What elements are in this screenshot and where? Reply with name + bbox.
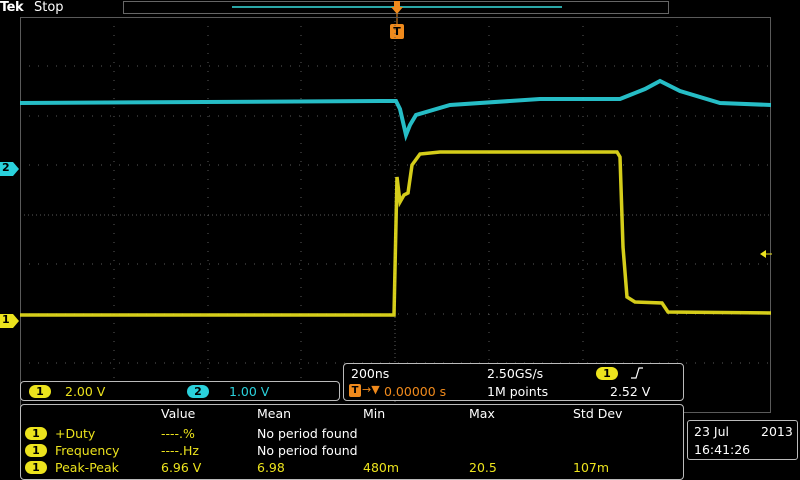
sample-rate: 2.50GS/s	[487, 366, 544, 381]
ch1-badge: 1	[29, 385, 51, 398]
header-std-dev: Std Dev	[573, 406, 623, 421]
trigger-source-badge: 1	[596, 367, 618, 380]
header-mean: Mean	[257, 406, 292, 421]
row-source-badge: 1	[25, 461, 47, 474]
trigger-level-icon[interactable]	[760, 249, 772, 259]
row-source-badge: 1	[25, 427, 47, 440]
brand-logo: Tek	[0, 0, 24, 15]
ch2-scale[interactable]: 1.00 V	[229, 384, 269, 399]
rising-edge-icon	[631, 367, 643, 379]
measurement-row-frequency[interactable]: 1 Frequency ----.Hz No period found	[21, 442, 685, 459]
row-value: ----.Hz	[161, 443, 199, 458]
clock-time: 16:41:26	[694, 442, 751, 457]
ch2-badge: 2	[187, 385, 209, 398]
ch2-ground-marker[interactable]: 2	[0, 161, 20, 180]
waveform-display[interactable]	[20, 17, 771, 413]
row-mean: No period found	[257, 426, 358, 441]
ch1-waveform	[20, 150, 771, 317]
ch1-marker-label: 1	[2, 313, 10, 326]
trigger-icon: T	[349, 384, 361, 397]
measurements-panel[interactable]: Value Mean Min Max Std Dev 1 +Duty ----.…	[20, 404, 684, 480]
ch2-marker-label: 2	[2, 161, 10, 174]
ch1-scale[interactable]: 2.00 V	[65, 384, 105, 399]
clock-panel[interactable]: 23 Jul 2013 16:41:26	[687, 420, 798, 460]
record-length: 1M points	[487, 384, 549, 399]
clock-date: 23 Jul	[694, 424, 729, 439]
header-value: Value	[161, 406, 196, 421]
row-mean: No period found	[257, 443, 358, 458]
row-name: +Duty	[55, 426, 96, 441]
timebase-panel[interactable]: 200ns 2.50GS/s 1 T →▼ 0.00000 s 1M point…	[343, 363, 684, 401]
row-name: Peak-Peak	[55, 460, 119, 475]
horizontal-position[interactable]: 0.00000 s	[384, 384, 446, 399]
trigger-level[interactable]: 2.52 V	[610, 384, 650, 399]
measurement-row-peak-peak[interactable]: 1 Peak-Peak 6.96 V 6.98 480m 20.5 107m	[21, 459, 685, 476]
acquisition-status: Stop	[34, 0, 64, 15]
channel-scale-panel[interactable]: 1 2.00 V 2 1.00 V	[20, 381, 340, 401]
ch1-ground-marker[interactable]: 1	[0, 313, 20, 332]
row-source-badge: 1	[25, 444, 47, 457]
row-mean: 6.98	[257, 460, 285, 475]
header-min: Min	[363, 406, 386, 421]
measurement-row-duty[interactable]: 1 +Duty ----.% No period found	[21, 425, 685, 442]
row-value: ----.%	[161, 426, 195, 441]
row-min: 480m	[363, 460, 400, 475]
row-std-dev: 107m	[573, 460, 610, 475]
time-per-div: 200ns	[351, 366, 390, 381]
clock-year: 2013	[761, 424, 793, 439]
header-max: Max	[469, 406, 495, 421]
row-max: 20.5	[469, 460, 497, 475]
trigger-arrow-icon: →▼	[362, 383, 380, 396]
row-name: Frequency	[55, 443, 120, 458]
row-value: 6.96 V	[161, 460, 202, 475]
